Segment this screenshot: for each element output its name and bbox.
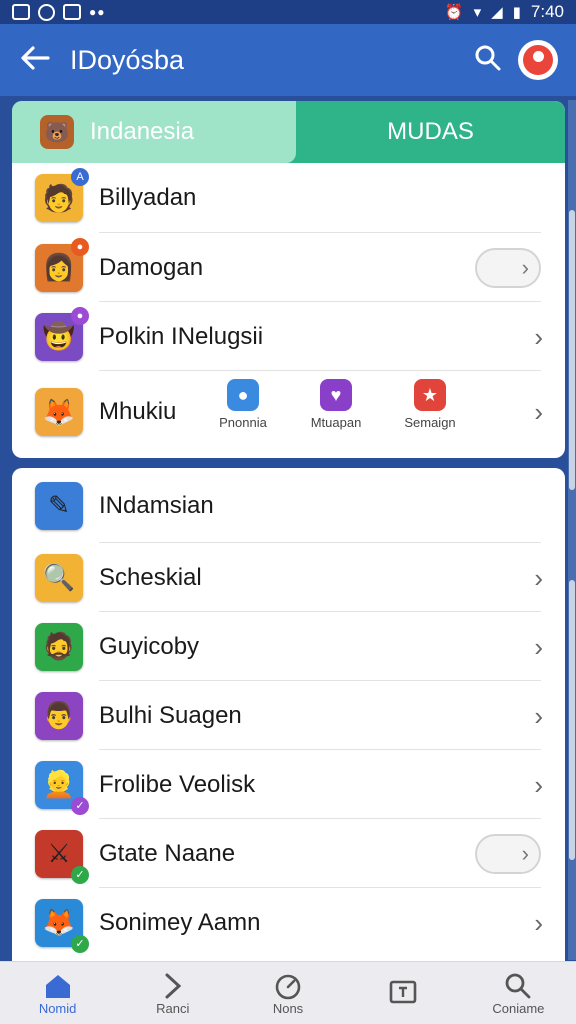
character-icon: 🦊: [35, 388, 83, 436]
chevron-right-icon[interactable]: ›: [534, 324, 543, 350]
nav-label: Coniame: [492, 1000, 545, 1016]
app-bar: IDoyósba: [0, 24, 576, 96]
nav-label: Ranci: [156, 1000, 190, 1016]
list-item-label: Damogan: [99, 253, 204, 281]
list-item-label: Mhukiu: [99, 398, 177, 425]
task-icon: [388, 978, 418, 1008]
alarm-icon: ⏰: [444, 4, 464, 21]
character-icon: 🐻: [40, 115, 74, 149]
badge-icon: ●: [71, 306, 89, 325]
mini-item[interactable]: ★ Semaign: [395, 379, 465, 430]
tab-bar: 🐻 Indanesia MUDAS: [12, 101, 565, 163]
mini-item-label: Mtuapan: [310, 415, 362, 430]
list-item[interactable]: 🤠 ● Polkin INelugsii ›: [12, 302, 565, 371]
nav-timer[interactable]: Nons: [230, 962, 345, 1024]
list-item[interactable]: 🧔 Guyicoby ›: [12, 612, 565, 681]
list-item[interactable]: 👨 Bulhi Suagen ›: [12, 681, 565, 750]
sword-icon: ⚔ ✓: [35, 829, 89, 884]
top-card: 🐻 Indanesia MUDAS 🧑 A Billyadan 👩 ● Damo…: [12, 101, 565, 458]
mini-item[interactable]: ● Pnonnia: [208, 379, 278, 430]
tab-indanesia[interactable]: 🐻 Indanesia: [12, 101, 296, 163]
mini-item-label: Pnonnia: [219, 415, 267, 430]
chevron-right-icon[interactable]: ›: [534, 634, 543, 660]
pencil-icon: ✎: [35, 481, 83, 530]
nav-search[interactable]: Coniame: [461, 962, 576, 1024]
chevron-right-icon[interactable]: ›: [534, 399, 543, 425]
back-arrow-icon[interactable]: [0, 44, 70, 76]
nav-label: Nons: [272, 1000, 304, 1016]
nav-home[interactable]: Nomid: [0, 962, 115, 1024]
list-item-label: Guyicoby: [99, 632, 200, 660]
bottom-card: ✎ INdamsian 🔍 Scheskial › 🧔 Guyicoby › 👨…: [12, 468, 565, 988]
list-item-label: Billyadan: [99, 184, 197, 211]
magnifier-icon: 🔍: [35, 553, 83, 602]
profile-icon: [523, 45, 553, 75]
wifi-icon: ▾: [473, 4, 482, 21]
character-icon: 🧑 A: [35, 168, 89, 222]
app-title: IDoyósba: [70, 44, 185, 75]
tab-label: MUDAS: [387, 118, 474, 145]
check-badge-icon: ✓: [71, 934, 89, 953]
nav-next[interactable]: Ranci: [115, 962, 230, 1024]
list-item[interactable]: ⚔ ✓ Gtate Naane ›: [12, 819, 565, 888]
list-item[interactable]: 👱 ✓ Frolibe Veolisk ›: [12, 750, 565, 819]
notification-dots-icon: ●●: [89, 5, 106, 19]
signal-icon: ◢: [491, 4, 503, 21]
star-icon: ★: [414, 379, 446, 411]
tab-label: Indanesia: [90, 118, 195, 145]
home-icon: [43, 971, 73, 1001]
status-bar: ●● ⏰ ▾ ◢ ▮ 7:40: [0, 0, 576, 24]
toggle-switch[interactable]: ›: [475, 247, 541, 288]
toggle-switch[interactable]: ›: [475, 833, 541, 874]
list-item[interactable]: 🧑 A Billyadan: [12, 163, 565, 233]
tab-mudas[interactable]: MUDAS: [296, 101, 565, 163]
chevron-right-icon[interactable]: ›: [534, 772, 543, 798]
profile-avatar[interactable]: [518, 40, 558, 80]
sync-icon: [38, 3, 55, 21]
search-icon[interactable]: [458, 44, 518, 77]
list-item-label: Frolibe Veolisk: [99, 770, 256, 798]
mini-item-label: Semaign: [404, 415, 456, 430]
character-icon: 👨: [35, 691, 83, 740]
search-icon: [504, 971, 532, 1001]
list-item-label: Gtate Naane: [99, 839, 236, 867]
list-item-label: Bulhi Suagen: [99, 701, 242, 729]
media-icon: [63, 4, 81, 20]
badge-icon: A: [71, 168, 89, 186]
photo-icon: [12, 4, 30, 20]
list-item[interactable]: ✎ INdamsian: [12, 468, 565, 543]
timer-icon: [273, 971, 303, 1001]
list-item-label: Scheskial: [99, 563, 202, 591]
list-item-label: Polkin INelugsii: [99, 322, 264, 350]
list-item[interactable]: 🦊 Mhukiu ● Pnonnia ♥ Mtuapan ★ Semaign ›: [12, 371, 565, 453]
chevron-right-icon[interactable]: ›: [534, 565, 543, 591]
scrollbar-thumb[interactable]: [569, 580, 575, 860]
battery-icon: ▮: [512, 4, 521, 21]
list-item[interactable]: 👩 ● Damogan ›: [12, 233, 565, 302]
chevron-right-icon[interactable]: ›: [534, 910, 543, 936]
heart-icon: ♥: [320, 379, 352, 411]
chevron-right-icon[interactable]: ›: [534, 703, 543, 729]
character-icon: 🦊 ✓: [35, 898, 89, 953]
check-badge-icon: ✓: [71, 796, 89, 815]
list-item[interactable]: 🔍 Scheskial ›: [12, 543, 565, 612]
blob-icon: ●: [227, 379, 259, 411]
scrollbar-thumb[interactable]: [569, 210, 575, 490]
fire-badge-icon: ●: [71, 237, 89, 256]
list-item[interactable]: 🦊 ✓ Sonimey Aamn ›: [12, 888, 565, 957]
character-icon: 👩 ●: [35, 237, 89, 292]
list-item-label: Sonimey Aamn: [99, 908, 261, 936]
list-item-label: INdamsian: [99, 491, 214, 519]
nav-label: Nomid: [38, 1000, 77, 1016]
check-badge-icon: ✓: [71, 865, 89, 884]
character-icon: 🤠 ●: [35, 306, 89, 361]
mini-item[interactable]: ♥ Mtuapan: [301, 379, 371, 430]
clock: 7:40: [530, 2, 564, 21]
chevron-right-icon: [161, 971, 185, 1001]
nav-tasks[interactable]: [346, 962, 461, 1024]
character-icon: 🧔: [35, 622, 83, 671]
bottom-nav: Nomid Ranci Nons Coniame: [0, 961, 576, 1024]
scrollbar[interactable]: [568, 100, 576, 960]
character-icon: 👱 ✓: [35, 760, 89, 815]
